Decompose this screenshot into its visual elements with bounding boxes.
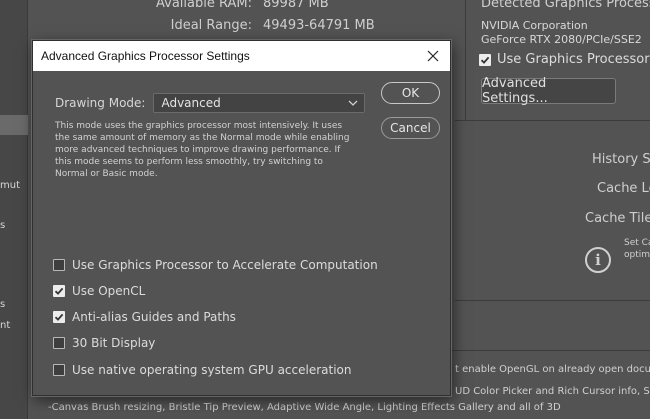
use-graphics-processor-label: Use Graphics Processor bbox=[497, 52, 650, 67]
option-use-opencl[interactable]: Use OpenCL bbox=[53, 284, 145, 298]
detected-gpu-title: Detected Graphics Processor: bbox=[481, 0, 650, 11]
option-label: 30 Bit Display bbox=[72, 336, 156, 350]
ideal-range-value: 49493-64791 MB bbox=[263, 18, 375, 33]
cache-note-line: optim bbox=[624, 250, 650, 260]
description-line: This mode uses the graphics processor mo… bbox=[55, 121, 343, 131]
gpu-model: GeForce RTX 2080/PCIe/SSE2 bbox=[481, 33, 642, 46]
advanced-settings-button[interactable]: Advanced Settings... bbox=[481, 76, 616, 106]
option-30-bit-display[interactable]: 30 Bit Display bbox=[53, 336, 155, 350]
drawing-mode-value: Advanced bbox=[161, 96, 221, 110]
close-icon bbox=[427, 50, 439, 62]
footer-note-line: -Canvas Brush resizing, Bristle Tip Prev… bbox=[48, 402, 561, 413]
category-fragment: s bbox=[0, 220, 6, 231]
preferences-category-list[interactable] bbox=[0, 0, 28, 419]
cache-levels-label: Cache Lev bbox=[597, 181, 650, 196]
category-fragment: nt bbox=[0, 320, 11, 331]
checkbox-box[interactable] bbox=[53, 285, 65, 297]
checkbox-box[interactable] bbox=[53, 364, 65, 376]
checkbox-box[interactable] bbox=[53, 311, 65, 323]
checkbox-box[interactable] bbox=[53, 337, 65, 349]
drawing-mode-description: This mode uses the graphics processor mo… bbox=[55, 120, 355, 180]
category-fragment: mut bbox=[0, 180, 20, 191]
close-button[interactable] bbox=[422, 45, 444, 67]
drawing-mode-label: Drawing Mode: bbox=[55, 96, 146, 110]
gpu-vendor: NVIDIA Corporation bbox=[481, 19, 588, 32]
option-label: Use OpenCL bbox=[72, 284, 146, 298]
divider bbox=[455, 300, 650, 301]
divider bbox=[465, 0, 466, 120]
option-native-gpu-acceleration[interactable]: Use native operating system GPU accelera… bbox=[53, 363, 352, 377]
checkbox-box[interactable] bbox=[479, 53, 491, 66]
chevron-down-icon bbox=[348, 100, 358, 106]
description-line: more advanced techniques to improve draw… bbox=[55, 145, 341, 155]
advanced-gpu-settings-dialog: Advanced Graphics Processor Settings Dra… bbox=[32, 40, 451, 396]
category-fragment: s bbox=[0, 299, 6, 310]
history-states-label: History Sta bbox=[592, 152, 650, 167]
drawing-mode-row: Drawing Mode: Advanced bbox=[55, 93, 366, 113]
checkbox-box[interactable] bbox=[53, 259, 65, 271]
option-anti-alias-guides[interactable]: Anti-alias Guides and Paths bbox=[53, 310, 236, 324]
option-label: Use native operating system GPU accelera… bbox=[72, 363, 352, 377]
cancel-button[interactable]: Cancel bbox=[381, 117, 440, 139]
option-label: Use Graphics Processor to Accelerate Com… bbox=[72, 258, 378, 272]
checkmark-icon bbox=[54, 313, 64, 321]
description-line: the same amount of memory as the Normal … bbox=[55, 133, 350, 143]
selected-category[interactable] bbox=[0, 115, 28, 135]
info-icon: i bbox=[585, 247, 611, 273]
option-gpu-compute[interactable]: Use Graphics Processor to Accelerate Com… bbox=[53, 258, 378, 272]
available-ram-label: Available RAM: bbox=[156, 0, 252, 11]
available-ram-value: 89987 MB bbox=[263, 0, 329, 11]
divider bbox=[455, 120, 650, 121]
option-label: Anti-alias Guides and Paths bbox=[72, 310, 236, 324]
checkmark-icon bbox=[54, 287, 64, 295]
cache-tile-size-label: Cache Tile S bbox=[585, 211, 650, 226]
description-line: Normal or Basic mode. bbox=[55, 169, 158, 179]
description-line: this mode seems to perform less smoothly… bbox=[55, 157, 323, 167]
footer-note-line: t enable OpenGL on already open document… bbox=[455, 364, 650, 375]
dialog-title-bar[interactable]: Advanced Graphics Processor Settings bbox=[33, 41, 450, 71]
ok-button[interactable]: OK bbox=[381, 82, 440, 104]
checkmark-icon bbox=[480, 56, 490, 64]
cache-note-line: Set Ca bbox=[624, 238, 650, 248]
dialog-title: Advanced Graphics Processor Settings bbox=[41, 49, 250, 63]
ideal-range-label: Ideal Range: bbox=[170, 18, 252, 33]
drawing-mode-select[interactable]: Advanced bbox=[153, 93, 366, 113]
use-graphics-processor-checkbox[interactable]: Use Graphics Processor bbox=[479, 52, 650, 67]
footer-note-line: UD Color Picker and Rich Cursor info, Sa… bbox=[455, 386, 650, 397]
